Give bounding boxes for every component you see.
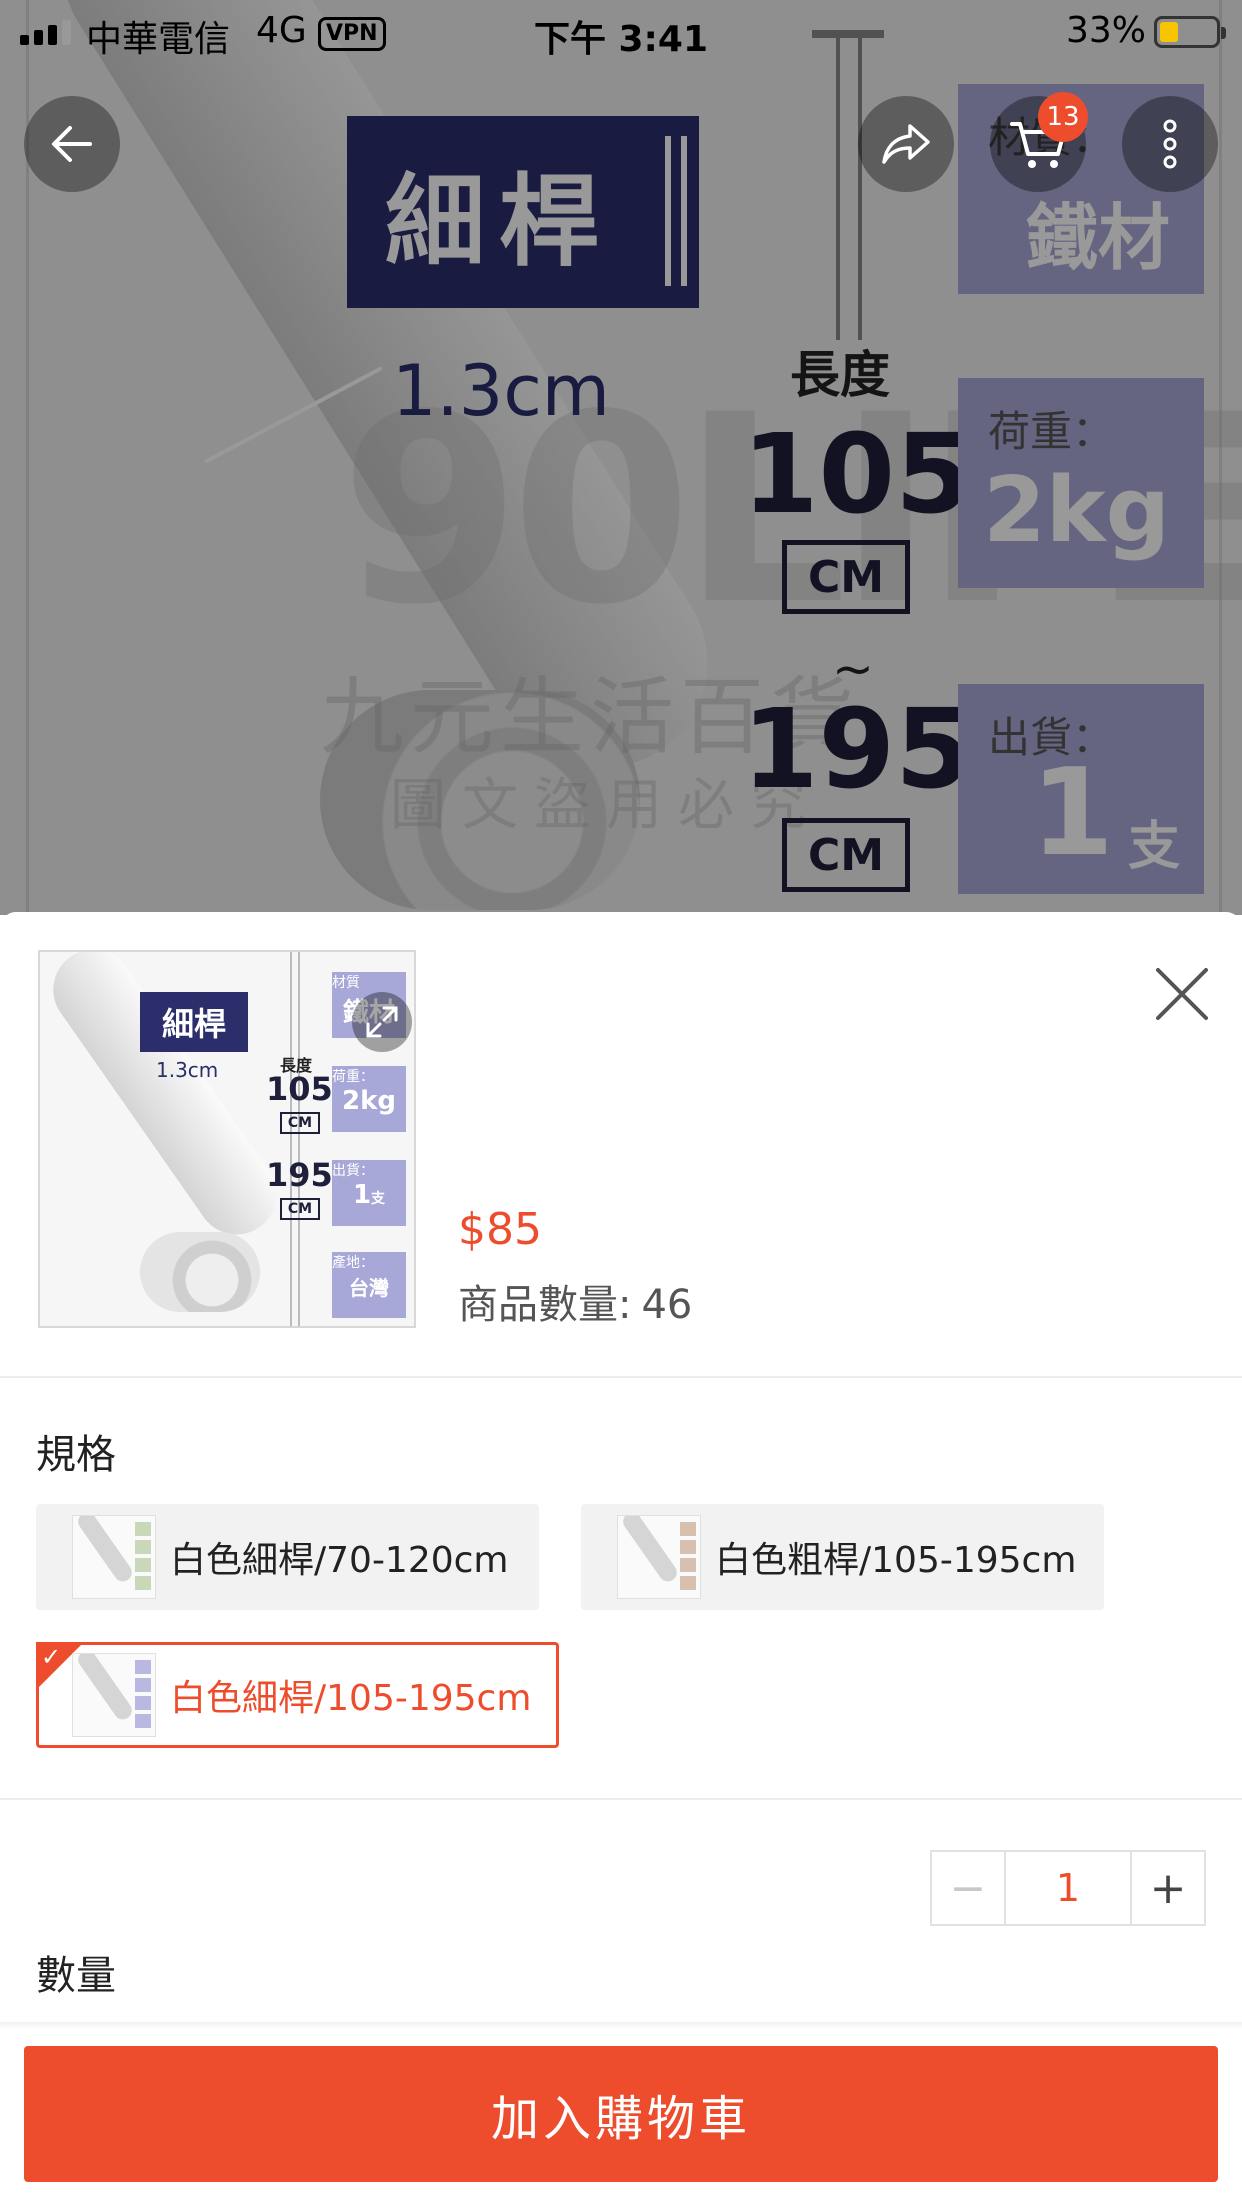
add-to-cart-button[interactable]: 加入購物車: [24, 2046, 1218, 2182]
divider: [0, 1376, 1242, 1378]
variant-thumbnail: [72, 1653, 156, 1737]
check-icon: ✓: [41, 1643, 62, 1671]
expand-icon: [366, 1006, 398, 1038]
product-price: $85: [458, 1204, 542, 1255]
share-icon: [882, 124, 930, 164]
arrow-left-icon: [52, 126, 92, 162]
stock-quantity: 商品數量: 46: [458, 1272, 692, 1330]
thumb-diameter: 1.3cm: [156, 1058, 219, 1082]
thumb-origin-box: 產地： 台灣: [332, 1252, 406, 1318]
thumb-unit-max: CM: [280, 1198, 320, 1220]
thumb-unit-min: CM: [280, 1112, 320, 1134]
variant-thumbnail: [72, 1515, 156, 1599]
cart-count-badge: 13: [1038, 92, 1088, 142]
variant-option-thin-70-120[interactable]: 白色細桿/70-120cm: [36, 1504, 539, 1610]
thumb-load-label: 荷重：: [332, 1069, 374, 1085]
thumb-ship-unit: 支: [371, 1191, 386, 1207]
thumb-origin-value: 台灣: [349, 1276, 389, 1300]
variant-label: 白色粗桿/105-195cm: [715, 1540, 1077, 1581]
thumb-ship-value: 1: [352, 1180, 372, 1210]
thumb-max-length: 195: [266, 1156, 333, 1194]
status-time: 下午 3:41: [533, 19, 709, 60]
battery-icon: [1154, 16, 1226, 48]
product-thumbnail[interactable]: 細桿 1.3cm 長度 105 CM 195 CM 材質 鐵材 荷重： 2kg …: [38, 950, 416, 1328]
thumb-origin-label: 產地：: [332, 1255, 374, 1271]
variant-label: 白色細桿/70-120cm: [170, 1540, 509, 1581]
thumb-min-length: 105: [266, 1070, 333, 1108]
variant-option-thin-105-195[interactable]: ✓ 白色細桿/105-195cm: [36, 1642, 559, 1748]
back-button[interactable]: [24, 96, 120, 192]
footer-shadow: [0, 2022, 1242, 2030]
stock-value: 46: [641, 1282, 693, 1328]
battery-percent: 33%: [1066, 10, 1147, 51]
thumb-ship-box: 出貨： 1支: [332, 1160, 406, 1226]
thumb-load-box: 荷重： 2kg: [332, 1066, 406, 1132]
quantity-label: 數量: [36, 1953, 116, 1999]
more-vertical-icon: [1163, 119, 1177, 169]
thumb-ship-label: 出貨：: [332, 1163, 374, 1179]
more-options-button[interactable]: [1122, 96, 1218, 192]
variant-option-thick-105-195[interactable]: 白色粗桿/105-195cm: [581, 1504, 1104, 1610]
expand-image-button[interactable]: [352, 992, 412, 1052]
divider: [0, 1798, 1242, 1800]
thumb-load-value: 2kg: [342, 1086, 396, 1116]
variant-thumbnail: [617, 1515, 701, 1599]
status-bar: 中華電信 4G VPN 下午 3:41 33%: [0, 0, 1242, 62]
thumb-badge: 細桿: [140, 992, 248, 1052]
battery-fill: [1160, 22, 1178, 42]
variant-label: 白色細桿/105-195cm: [170, 1678, 532, 1719]
quantity-stepper: − 1 +: [930, 1850, 1206, 1926]
increase-quantity-button[interactable]: +: [1130, 1852, 1204, 1924]
stock-label: 商品數量:: [458, 1282, 632, 1328]
thumb-material-label: 材質: [332, 975, 360, 991]
close-icon: [1156, 968, 1208, 1020]
quantity-value[interactable]: 1: [1006, 1852, 1130, 1924]
share-button[interactable]: [858, 96, 954, 192]
decrease-quantity-button[interactable]: −: [932, 1852, 1006, 1924]
variants-title: 規格: [36, 1432, 116, 1478]
variant-selection-sheet: 細桿 1.3cm 長度 105 CM 195 CM 材質 鐵材 荷重： 2kg …: [0, 912, 1242, 2208]
close-sheet-button[interactable]: [1150, 962, 1214, 1026]
